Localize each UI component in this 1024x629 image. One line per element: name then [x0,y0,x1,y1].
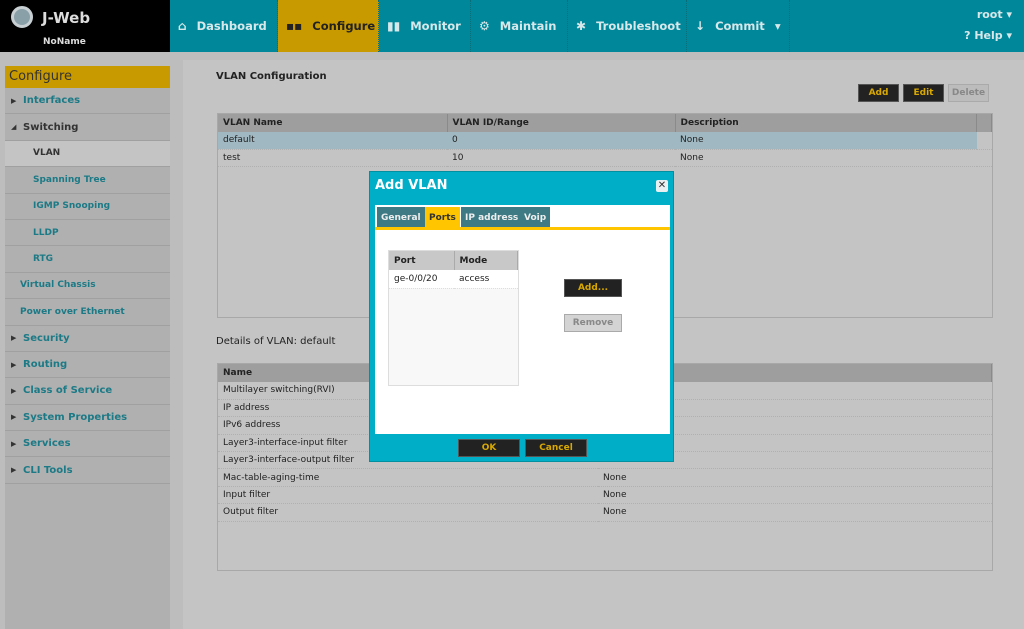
cell: test [218,149,447,168]
sidebar-item-interfaces[interactable]: ▶ Interfaces [5,88,170,115]
col-vlan-id[interactable]: VLAN ID/Range [447,114,676,132]
details-title: Details of VLAN: default [216,336,336,347]
sidebar-item-virtual-chassis[interactable]: Virtual Chassis [5,273,170,300]
sidebar-item-spanning-tree[interactable]: Spanning Tree [5,167,170,194]
tab-voip[interactable]: Voip [520,207,551,228]
user-name: root [976,8,1003,21]
add-button[interactable]: Add [858,84,899,102]
wrench-icon: ✱ [576,19,587,33]
edit-button[interactable]: Edit [903,84,944,102]
table-row: Mac-table-aging-time None [218,468,992,487]
juniper-logo-icon [11,6,33,28]
table-row: Output filter None [218,503,992,522]
label: CLI Tools [23,464,73,476]
col-description[interactable]: Description [675,114,977,132]
remove-port-button[interactable]: Remove [564,314,622,332]
cell: None [598,468,992,487]
sidebar-item-security[interactable]: ▶ Security [5,326,170,352]
col-port: Port [389,251,455,270]
label: Routing [23,359,68,371]
sidebar-item-system-properties[interactable]: ▶ System Properties [5,405,170,432]
sidebar-item-routing[interactable]: ▶ Routing [5,352,170,379]
table-row[interactable]: ge-0/0/20 access [389,270,518,289]
bar-chart-icon: ▮▮ [387,19,401,33]
ok-button[interactable]: OK [458,439,520,457]
close-icon[interactable]: ✕ [656,180,668,192]
nav-configure[interactable]: ▪▪ Configure [278,0,379,52]
cell: ge-0/0/20 [389,270,454,289]
sidebar-item-switching[interactable]: ◢ Switching [5,114,170,141]
cell: None [598,486,992,505]
sidebar-item-services[interactable]: ▶ Services [5,431,170,458]
brand: J-Web NoName [0,0,170,52]
top-nav: J-Web NoName ⌂ Dashboard ▪▪ Configure ▮▮ Mo… [0,0,1024,52]
sidebar-item-igmp-snooping[interactable]: IGMP Snooping [5,194,170,220]
nav-label: Maintain [499,19,557,33]
nav-label: Commit [715,19,765,33]
nav-label: Configure [312,19,376,33]
nav-commit[interactable]: ↓ Commit ▾ [687,0,790,52]
cell: Output filter [218,503,598,522]
label: Services [23,438,71,450]
label: Class of Service [23,385,113,397]
label: Switching [23,121,79,133]
tab-ip-address[interactable]: IP address [461,207,523,228]
label: Interfaces [23,95,81,107]
sidebar-item-cli-tools[interactable]: ▶ CLI Tools [5,457,170,484]
sidebar-item-rtg[interactable]: RTG [5,246,170,273]
arrow-down-icon: ↓ [695,19,706,33]
ports-table: Port Mode ge-0/0/20 access [388,250,519,386]
user-menu[interactable]: root ▾ [977,8,1012,21]
nav-label: Monitor [410,19,461,33]
nav-dashboard[interactable]: ⌂ Dashboard [170,0,278,52]
col-mode: Mode [454,251,518,270]
sidebar-item-class-of-service[interactable]: ▶ Class of Service [5,378,170,405]
sidebar: Configure ▶ Interfaces ◢ Switching VLAN Sp… [5,66,170,629]
cell: None [598,503,992,522]
chevron-down-icon: ▾ [774,19,781,33]
nav-label: Dashboard [196,19,267,33]
add-vlan-dialog: Add VLAN ✕ General Ports IP address Voip… [369,171,674,462]
sidebar-item-lldp[interactable]: LLDP [5,220,170,247]
cell: default [218,132,447,150]
table-row: Input filter None [218,486,992,505]
hostname: NoName [43,37,86,47]
cell: 0 [447,132,675,150]
cell: access [454,270,518,289]
table-row[interactable]: test 10 None [218,149,992,168]
sidebar-title: Configure [5,66,170,88]
tab-underline [375,227,670,230]
add-port-button[interactable]: Add... [564,279,622,297]
tab-ports[interactable]: Ports [425,207,460,228]
configure-icon: ▪▪ [286,19,303,33]
nav-troubleshoot[interactable]: ✱ Troubleshoot [568,0,687,52]
cell: None [675,149,977,168]
help-menu[interactable]: ? Help ▾ [964,29,1012,42]
help-label: Help [974,29,1003,42]
cell: Input filter [218,486,598,505]
brand-title: J-Web [42,9,91,27]
page-title: VLAN Configuration [216,71,327,82]
gear-icon: ⚙ [479,19,490,33]
nav-maintain[interactable]: ⚙ Maintain [471,0,568,52]
col-vlan-name[interactable]: VLAN Name [218,114,448,132]
dialog-title: Add VLAN [375,178,448,193]
delete-button[interactable]: Delete [948,84,989,102]
home-icon: ⌂ [178,19,187,33]
cancel-button[interactable]: Cancel [525,439,587,457]
sidebar-item-poe[interactable]: Power over Ethernet [5,299,170,326]
table-row[interactable]: default 0 None [218,132,992,150]
label: System Properties [23,411,128,423]
help-icon: ? [964,29,971,42]
cell: 10 [447,149,675,168]
tab-general[interactable]: General [377,207,425,228]
label: Security [23,332,70,344]
dialog-body: General Ports IP address Voip Port Mode g… [375,205,670,434]
nav-monitor[interactable]: ▮▮ Monitor [379,0,471,52]
sidebar-item-vlan[interactable]: VLAN [5,140,170,168]
cell: Mac-table-aging-time [218,468,598,487]
cell: None [675,132,977,150]
nav-label: Troubleshoot [596,19,681,33]
